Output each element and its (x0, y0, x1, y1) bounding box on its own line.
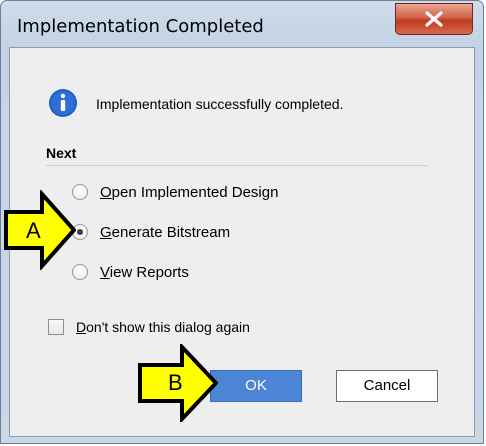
section-separator (46, 165, 428, 166)
ok-button[interactable]: OK (210, 370, 302, 402)
callout-label-b: B (168, 370, 183, 395)
callout-label-a: A (26, 218, 41, 243)
next-section-label: Next (46, 145, 77, 161)
window-title: Implementation Completed (17, 16, 264, 37)
cancel-button[interactable]: Cancel (336, 370, 438, 402)
option-label[interactable]: View Reports (100, 264, 189, 281)
option-label[interactable]: Generate Bitstream (100, 224, 230, 241)
option-label[interactable]: Open Implemented Design (100, 184, 278, 201)
info-icon (49, 89, 77, 117)
dont-show-again-checkbox[interactable] (48, 319, 64, 335)
dialog-content: Implementation successfully completed. N… (9, 47, 475, 437)
title-bar[interactable]: Implementation Completed (1, 1, 483, 47)
close-icon (425, 11, 443, 27)
status-message: Implementation successfully completed. (96, 96, 344, 112)
close-button[interactable] (395, 3, 473, 35)
dont-show-again-label[interactable]: Don't show this dialog again (76, 319, 250, 335)
